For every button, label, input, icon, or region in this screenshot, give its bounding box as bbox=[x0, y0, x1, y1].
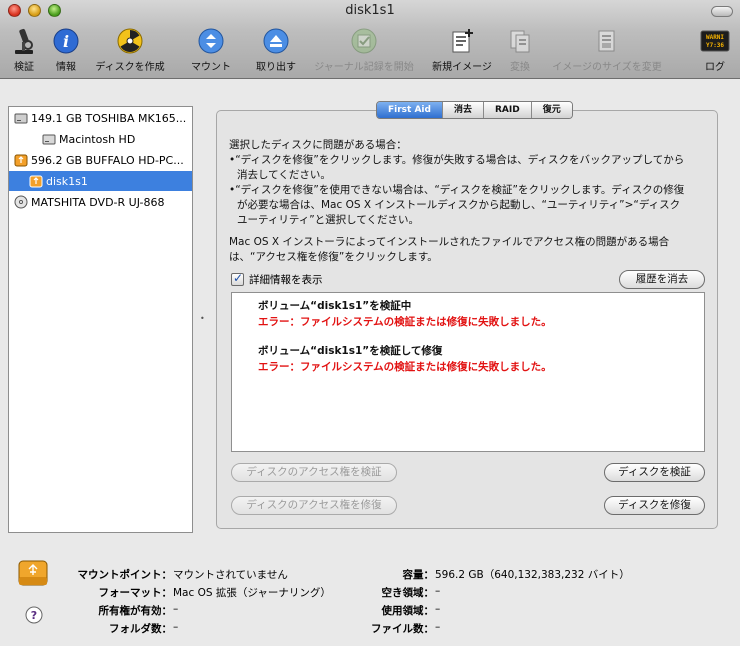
log-line: ボリューム“disk1s1”を検証中 bbox=[258, 300, 412, 312]
info-icon: i bbox=[51, 26, 81, 56]
mount-icon bbox=[196, 26, 226, 56]
svg-text:i: i bbox=[63, 32, 69, 51]
verify-toolbar-button[interactable]: 検証 bbox=[8, 26, 40, 76]
tab-restore[interactable]: 復元 bbox=[531, 102, 572, 118]
burn-toolbar-button[interactable]: ディスクを作成 bbox=[88, 26, 172, 76]
toolbar-toggle-button[interactable] bbox=[711, 6, 733, 17]
tab-raid[interactable]: RAID bbox=[483, 102, 532, 118]
log-icon: WARNI Y7:36 bbox=[700, 26, 730, 56]
owners-label: 所有権が有効： bbox=[98, 605, 173, 617]
resize-image-toolbar-button[interactable]: イメージのサイズを変更 bbox=[544, 26, 670, 76]
repair-disk-button[interactable]: ディスクを修復 bbox=[604, 496, 705, 515]
first-aid-log[interactable]: ボリューム“disk1s1”を検証中 エラー：ファイルシステムの検証または修復に… bbox=[231, 292, 705, 452]
tab-bar: First Aid 消去 RAID 復元 bbox=[376, 101, 573, 119]
available-value: – bbox=[435, 585, 441, 597]
disk-utility-window: disk1s1 検証 i 情報 ディスクを作成 マウント 取り出す ジャーナル記… bbox=[0, 0, 740, 646]
log-error-line: エラー：ファイルシステムの検証または修復に失敗しました。 bbox=[258, 361, 552, 373]
svg-text:Y7:36: Y7:36 bbox=[706, 42, 724, 49]
volume-item-selected[interactable]: disk1s1 bbox=[9, 171, 192, 191]
device-item[interactable]: MATSHITA DVD-R UJ-868 bbox=[9, 192, 192, 212]
used-label: 使用領域： bbox=[381, 605, 435, 617]
capacity-label: 容量： bbox=[402, 569, 435, 581]
log-error-line: エラー：ファイルシステムの検証または修復に失敗しました。 bbox=[258, 316, 552, 328]
checkbox-box[interactable] bbox=[231, 271, 244, 286]
device-list[interactable]: 149.1 GB TOSHIBA MK165... Macintosh HD 5… bbox=[8, 106, 193, 533]
tab-erase[interactable]: 消去 bbox=[442, 102, 484, 118]
split-view-handle[interactable]: • bbox=[200, 314, 205, 323]
volume-item[interactable]: Macintosh HD bbox=[9, 129, 192, 149]
convert-icon bbox=[505, 26, 535, 56]
repair-permissions-button[interactable]: ディスクのアクセス権を修復 bbox=[231, 496, 397, 515]
microscope-icon bbox=[9, 26, 39, 56]
journal-icon bbox=[349, 26, 379, 56]
permissions-note: Mac OS X インストーラによってインストールされたファイルでアクセス権の問… bbox=[229, 236, 670, 263]
mount-point-label: マウントポイント： bbox=[77, 569, 173, 581]
optical-drive-icon bbox=[14, 195, 28, 209]
folders-label: フォルダ数： bbox=[109, 623, 172, 635]
format-label: フォーマット： bbox=[98, 587, 173, 599]
files-label: ファイル数： bbox=[371, 623, 434, 635]
disk-info-area: ? マウントポイント： マウントされていません フォーマット： Mac OS 拡… bbox=[0, 546, 740, 646]
burn-icon bbox=[115, 26, 145, 56]
mount-point-value: マウントされていません bbox=[173, 569, 288, 581]
external-volume-icon bbox=[29, 174, 43, 188]
show-details-checkbox[interactable]: 詳細情報を表示 bbox=[231, 271, 323, 287]
hard-disk-icon bbox=[14, 111, 28, 125]
log-line: ボリューム“disk1s1”を検証して修復 bbox=[258, 345, 443, 357]
device-item[interactable]: 596.2 GB BUFFALO HD-PC... bbox=[9, 150, 192, 170]
eject-icon bbox=[261, 26, 291, 56]
resize-image-icon bbox=[592, 26, 622, 56]
title-toolbar: disk1s1 検証 i 情報 ディスクを作成 マウント 取り出す ジャーナル記… bbox=[0, 0, 740, 79]
tab-first-aid[interactable]: First Aid bbox=[377, 102, 443, 118]
convert-toolbar-button[interactable]: 変換 bbox=[504, 26, 536, 76]
owners-value: – bbox=[173, 603, 179, 615]
files-value: – bbox=[435, 621, 441, 633]
verify-disk-button[interactable]: ディスクを検証 bbox=[604, 463, 705, 482]
volume-icon bbox=[42, 132, 56, 146]
new-image-toolbar-button[interactable]: 新規イメージ bbox=[427, 26, 497, 76]
external-disk-icon bbox=[14, 153, 28, 167]
device-item[interactable]: 149.1 GB TOSHIBA MK165... bbox=[9, 108, 192, 128]
journal-toolbar-button[interactable]: ジャーナル記録を開始 bbox=[306, 26, 422, 76]
clear-history-button[interactable]: 履歴を消去 bbox=[619, 270, 705, 289]
folders-value: – bbox=[173, 621, 179, 633]
first-aid-instructions: 選択したディスクに問題がある場合： •“ディスクを修復”をクリックします。修復が… bbox=[229, 139, 685, 226]
verify-permissions-button[interactable]: ディスクのアクセス権を検証 bbox=[231, 463, 397, 482]
available-label: 空き領域： bbox=[381, 587, 435, 599]
svg-text:?: ? bbox=[31, 609, 37, 622]
log-toolbar-button[interactable]: WARNI Y7:36 ログ bbox=[696, 26, 734, 76]
external-disk-icon bbox=[18, 559, 48, 590]
format-value: Mac OS 拡張（ジャーナリング） bbox=[173, 587, 331, 599]
svg-text:WARNI: WARNI bbox=[706, 34, 724, 41]
help-icon[interactable]: ? bbox=[25, 606, 43, 627]
info-toolbar-button[interactable]: i 情報 bbox=[50, 26, 82, 76]
eject-toolbar-button[interactable]: 取り出す bbox=[250, 26, 302, 76]
new-image-icon bbox=[447, 26, 477, 56]
mount-toolbar-button[interactable]: マウント bbox=[186, 26, 236, 76]
window-title: disk1s1 bbox=[345, 3, 395, 18]
capacity-value: 596.2 GB（640,132,383,232 バイト） bbox=[435, 569, 630, 581]
used-value: – bbox=[435, 603, 441, 615]
